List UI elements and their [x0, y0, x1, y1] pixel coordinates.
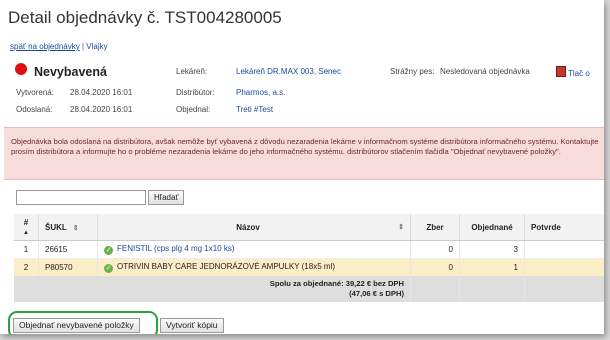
pharmacy-value[interactable]: Lekáreň DR.MAX 003, Senec	[236, 67, 341, 76]
alert-text: Objednávka bola odoslaná na distribútora…	[11, 137, 599, 156]
print-link[interactable]: Tlač o	[556, 66, 590, 78]
breadcrumb: späť na objednávky | Vlajky	[10, 42, 108, 51]
row-zber: 0	[410, 240, 460, 259]
sort-icon: ⇕	[72, 224, 79, 232]
total-line-2: (47,06 € s DPH)	[349, 289, 404, 298]
row-name-cell: ✓ OTRIVIN BABY CARE JEDNORÁZOVÉ AMPULKY (…	[97, 258, 411, 276]
print-label: Tlač o	[568, 69, 590, 78]
product-link[interactable]: FENISTIL (cps plg 4 mg 1x10 ks)	[117, 244, 235, 253]
col-ordered[interactable]: Objednané	[459, 214, 525, 241]
watchdog-value: Nesledovaná objednávka	[440, 67, 530, 76]
back-to-orders-link[interactable]: späť na objednávky	[10, 42, 80, 51]
watchdog-label: Strážny pes:	[390, 67, 435, 76]
total-cell: Spolu za objednané: 39,22 € bez DPH (47,…	[14, 276, 411, 302]
order-missing-items-button[interactable]: Objednať nevybavené položky	[13, 318, 140, 333]
table-row[interactable]: 1 26615 ✓ FENISTIL (cps plg 4 mg 1x10 ks)…	[14, 240, 604, 259]
order-items-table: # ▲ ŠUKL ⇕ Názov ⇕ Zber Objednané Potvrde 1…	[14, 214, 604, 302]
table-header-row: # ▲ ŠUKL ⇕ Názov ⇕ Zber Objednané Potvrde	[14, 214, 604, 241]
row-index: 1	[14, 240, 39, 259]
pdf-print-icon	[556, 66, 566, 77]
total-row: Spolu za objednané: 39,22 € bez DPH (47,…	[14, 276, 604, 302]
row-index: 2	[14, 258, 39, 276]
search-input[interactable]	[16, 190, 146, 205]
row-confirmed	[524, 258, 604, 276]
col-sukl[interactable]: ŠUKL ⇕	[38, 214, 98, 241]
row-sukl: P80570	[38, 258, 98, 276]
table-row[interactable]: 2 P80570 ✓ OTRIVIN BABY CARE JEDNORÁZOVÉ …	[14, 258, 604, 276]
row-confirmed	[524, 240, 604, 259]
col-name[interactable]: Názov ⇕	[97, 214, 411, 241]
distributor-value[interactable]: Pharmos, a.s.	[236, 88, 285, 97]
nav-separator: |	[81, 42, 85, 51]
row-sukl: 26615	[38, 240, 98, 259]
row-ordered: 1	[459, 258, 525, 276]
col-zber[interactable]: Zber	[410, 214, 460, 241]
sent-value: 28.04.2020 16:01	[70, 105, 133, 114]
orderer-value[interactable]: Treti #Test	[236, 105, 273, 114]
distributor-label: Distribútor:	[176, 88, 215, 97]
order-detail-page: Detail objednávky č. TST004280005 späť n…	[0, 0, 604, 334]
error-alert: Objednávka bola odoslaná na distribútora…	[4, 127, 604, 180]
sort-up-icon: ▲	[23, 230, 29, 236]
row-zber: 0	[410, 258, 460, 276]
order-status: Nevybavená	[34, 65, 107, 79]
row-name-cell: ✓ FENISTIL (cps plg 4 mg 1x10 ks)	[97, 240, 411, 259]
total-empty	[410, 276, 460, 302]
total-empty	[524, 276, 604, 302]
check-circle-icon: ✓	[104, 246, 113, 255]
total-empty	[459, 276, 525, 302]
check-circle-icon: ✓	[104, 264, 113, 273]
flags-link[interactable]: Vlajky	[86, 42, 107, 51]
page-title: Detail objednávky č. TST004280005	[8, 8, 282, 27]
created-label: Vytvorená:	[16, 88, 54, 97]
orderer-label: Objednal:	[176, 105, 211, 114]
row-ordered: 3	[459, 240, 525, 259]
sent-label: Odoslaná:	[16, 105, 53, 114]
total-line-1: Spolu za objednané: 39,22 € bez DPH	[269, 279, 404, 288]
product-name[interactable]: OTRIVIN BABY CARE JEDNORÁZOVÉ AMPULKY (1…	[117, 262, 335, 271]
created-value: 28.04.2020 16:01	[70, 88, 133, 97]
col-confirmed[interactable]: Potvrde	[524, 214, 604, 241]
col-index[interactable]: # ▲	[14, 214, 39, 241]
pharmacy-label: Lekáreň:	[176, 67, 208, 76]
search-button[interactable]: Hľadať	[148, 190, 185, 205]
create-copy-button[interactable]: Vytvoriť kópiu	[160, 318, 224, 333]
status-red-dot-icon	[15, 63, 27, 75]
sort-icon: ⇕	[398, 223, 404, 231]
